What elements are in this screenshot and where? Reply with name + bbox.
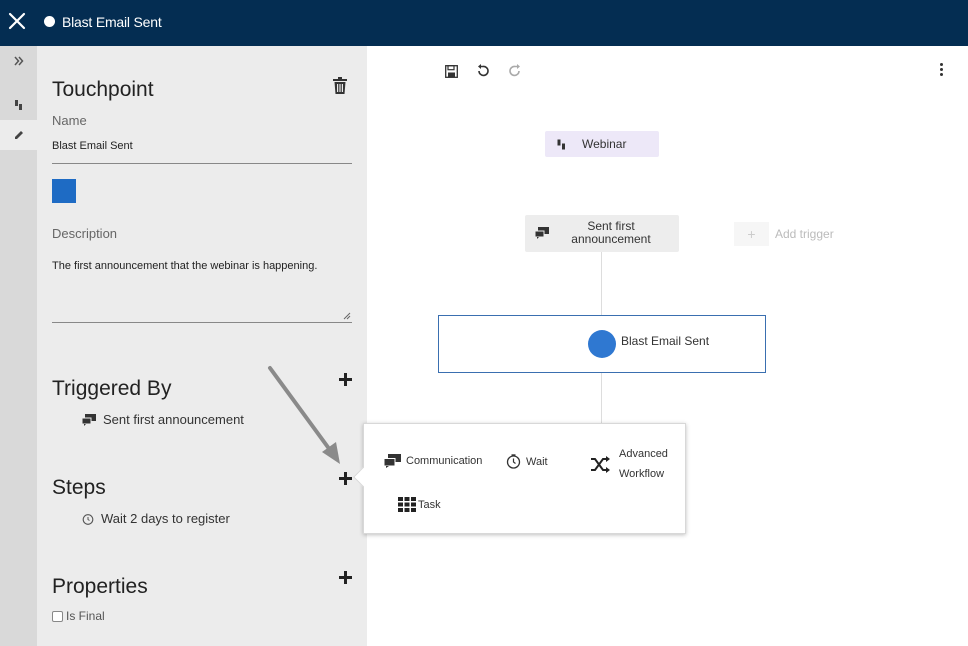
triggered-by-heading: Triggered By [52, 377, 172, 400]
window-title: Blast Email Sent [62, 14, 162, 30]
trigger-item-label: Sent first announcement [103, 412, 244, 427]
name-field[interactable]: Blast Email Sent [52, 140, 352, 160]
advanced-line-1: Advanced [619, 448, 668, 460]
description-underline [52, 322, 352, 323]
touchpoint-icon [557, 139, 565, 149]
touchpoint-node-dot [588, 330, 616, 358]
is-final-label: Is Final [66, 609, 105, 623]
description-label: Description [52, 226, 118, 241]
wait-option[interactable]: Wait [506, 454, 548, 469]
communication-label: Communication [406, 455, 483, 467]
trigger-list-item: Sent first announcement [82, 412, 244, 427]
wait-label: Wait [526, 455, 548, 468]
is-final-checkbox[interactable]: Is Final [52, 609, 105, 623]
add-trigger-plus[interactable]: + [734, 222, 769, 246]
trigger-node-label: Sent first announcement [555, 220, 667, 246]
communication-option[interactable]: Communication [384, 454, 482, 468]
step-item-label: Wait 2 days to register [101, 511, 230, 526]
task-option[interactable]: Task [398, 497, 441, 512]
trash-icon[interactable] [333, 77, 347, 94]
campaign-node-webinar[interactable]: Webinar [545, 131, 659, 157]
more-options-icon[interactable] [938, 63, 944, 79]
task-label: Task [418, 498, 441, 511]
description-textarea[interactable]: The first announcement that the webinar … [52, 260, 352, 320]
trigger-node[interactable]: Sent first announcement [525, 215, 679, 252]
close-icon[interactable] [6, 10, 28, 32]
webinar-label: Webinar [582, 137, 627, 151]
add-trigger-plus-button[interactable] [339, 373, 353, 387]
checkbox-box[interactable] [52, 610, 63, 622]
touchpoint-panel: Touchpoint Name Blast Email Sent Descrip… [37, 46, 367, 646]
communication-icon [82, 413, 96, 426]
name-field-underline [52, 163, 352, 164]
resize-handle-icon[interactable] [343, 312, 351, 320]
expand-icon[interactable] [0, 46, 37, 76]
steps-heading: Steps [52, 476, 106, 499]
communication-icon [535, 227, 549, 239]
advanced-line-2: Workflow [619, 468, 665, 480]
redo-icon[interactable] [507, 63, 523, 79]
properties-heading: Properties [52, 575, 148, 598]
name-label: Name [52, 113, 87, 128]
step-list-item: Wait 2 days to register [82, 511, 230, 526]
add-trigger-label: Add trigger [775, 227, 834, 241]
undo-icon[interactable] [475, 63, 491, 79]
color-swatch[interactable] [52, 179, 76, 203]
touchpoint-dot-icon [44, 16, 55, 27]
timer-icon [506, 454, 521, 469]
connector-line [601, 373, 602, 425]
connector-line [601, 252, 602, 315]
shuffle-icon [591, 455, 610, 473]
workflow-canvas[interactable]: Webinar Sent first announcement + Add tr… [367, 46, 968, 646]
add-step-plus-button[interactable] [339, 472, 353, 486]
timer-icon [82, 513, 94, 525]
panel-heading: Touchpoint [52, 78, 154, 101]
top-bar: Blast Email Sent [0, 0, 968, 46]
touchpoint-icon[interactable] [0, 90, 37, 120]
advanced-workflow-option[interactable]: Advanced Workflow [590, 444, 668, 484]
edit-icon[interactable] [0, 120, 37, 150]
trigger-line-2: announcement [571, 232, 651, 246]
touchpoint-node[interactable]: Blast Email Sent [438, 315, 766, 373]
add-step-popup: Communication Wait Advanced Workflow Tas… [353, 423, 686, 534]
grid-icon [398, 497, 416, 512]
add-trigger-button[interactable]: + Add trigger [734, 222, 834, 246]
touchpoint-node-label: Blast Email Sent [621, 334, 710, 348]
side-rail [0, 46, 37, 646]
save-icon[interactable] [443, 63, 459, 79]
add-property-plus-button[interactable] [339, 571, 353, 585]
communication-icon [384, 454, 401, 468]
